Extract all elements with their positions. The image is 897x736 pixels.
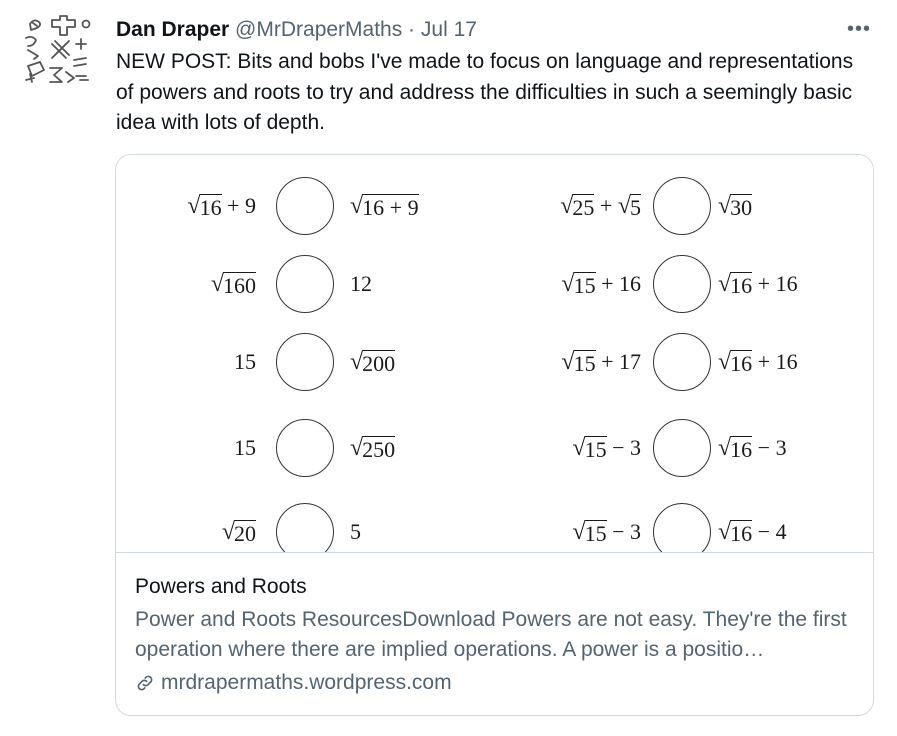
- right-expression: √ 16 + 16: [718, 269, 798, 299]
- radicand: 25: [572, 194, 595, 220]
- square-root-expression: √ 160: [211, 270, 256, 298]
- comparison-circle: [276, 177, 334, 235]
- tweet-text: NEW POST: Bits and bobs I've made to foc…: [116, 50, 854, 134]
- expression-text: − 4: [752, 519, 787, 544]
- expression-text: − 3: [752, 435, 787, 460]
- tweet-header: Dan Draper @MrDraperMaths · Jul 17: [116, 17, 877, 43]
- right-expression: √ 16 + 9: [350, 191, 419, 221]
- author-handle-and-date[interactable]: @MrDraperMaths · Jul 17: [235, 18, 477, 41]
- card-domain-row: mrdrapermaths.wordpress.com: [135, 669, 857, 697]
- left-expression: √ 20: [222, 517, 256, 547]
- author-name[interactable]: Dan Draper: [116, 18, 229, 41]
- radicand: 16: [730, 436, 753, 462]
- right-expression: √ 200: [350, 347, 396, 377]
- comparison-circle: [653, 333, 711, 391]
- square-root-expression: √ 16: [187, 192, 222, 220]
- square-root-expression: √ 15: [561, 348, 596, 376]
- expression-text: + 16: [752, 271, 798, 296]
- expression-text: 15: [234, 435, 256, 460]
- square-root-expression: √ 15: [561, 270, 596, 298]
- radicand: 15: [573, 272, 596, 298]
- link-preview-card[interactable]: √ 16 + 9 √ 16 + 9 √ 160 12 15 √ 200 15 √ 250 √ 20 5 √ 25 …: [115, 154, 874, 716]
- square-root-expression: √ 15: [572, 518, 607, 546]
- expression-text: + 17: [595, 349, 641, 374]
- right-expression: 12: [350, 269, 372, 299]
- square-root-expression: √ 30: [718, 192, 753, 220]
- radicand: 15: [573, 350, 596, 376]
- right-expression: √ 16 + 16: [718, 347, 798, 377]
- radicand: 16: [730, 272, 753, 298]
- right-expression: √ 16 − 4: [718, 517, 787, 547]
- left-expression: √ 15 − 3: [572, 433, 641, 463]
- left-expression: √ 15 + 17: [561, 347, 641, 377]
- right-expression: √ 30: [718, 191, 753, 221]
- math-symbols-logo-icon: [25, 15, 91, 83]
- comparison-circle: [653, 419, 711, 477]
- radicand: 30: [730, 194, 753, 220]
- expression-text: 15: [234, 349, 256, 374]
- expression-text: + 16: [595, 271, 641, 296]
- square-root-expression: √ 16: [718, 434, 753, 462]
- radicand: 15: [584, 520, 607, 546]
- comparison-circle: [276, 419, 334, 477]
- square-root-expression: √ 5: [618, 192, 641, 220]
- square-root-expression: √ 200: [350, 348, 396, 376]
- comparison-circle: [276, 333, 334, 391]
- card-description: Power and Roots ResourcesDownload Powers…: [135, 608, 847, 661]
- card-title: Powers and Roots: [135, 575, 307, 598]
- right-expression: 5: [350, 517, 361, 547]
- expression-text: 5: [350, 519, 361, 544]
- radicand: 250: [362, 436, 396, 462]
- square-root-expression: √ 16: [718, 270, 753, 298]
- radicand: 16: [730, 350, 753, 376]
- expression-text: + 9: [221, 193, 256, 218]
- comparison-circle: [653, 177, 711, 235]
- radicand: 5: [630, 194, 641, 220]
- comparison-circle: [276, 255, 334, 313]
- left-expression: 15: [234, 433, 256, 463]
- expression-text: +: [594, 193, 618, 218]
- square-root-expression: √ 20: [222, 518, 256, 546]
- square-root-expression: √ 16: [718, 518, 753, 546]
- radicand: 20: [234, 520, 256, 546]
- radicand: 15: [584, 436, 607, 462]
- expression-text: − 3: [606, 435, 641, 460]
- square-root-expression: √ 16: [718, 348, 753, 376]
- link-icon: [137, 675, 153, 691]
- expression-text: − 3: [606, 519, 641, 544]
- left-expression: √ 160: [211, 269, 256, 299]
- radicand: 16: [199, 194, 222, 220]
- left-expression: √ 15 − 3: [572, 517, 641, 547]
- radicand: 160: [223, 272, 256, 298]
- square-root-expression: √ 15: [572, 434, 607, 462]
- radicand: 16 + 9: [362, 194, 419, 220]
- expression-text: 12: [350, 271, 372, 296]
- left-expression: √ 15 + 16: [561, 269, 641, 299]
- comparison-circle: [276, 503, 334, 552]
- comparison-circle: [653, 255, 711, 313]
- comparison-circle: [653, 503, 711, 552]
- left-expression: 15: [234, 347, 256, 377]
- card-domain: mrdrapermaths.wordpress.com: [161, 671, 452, 694]
- more-options-icon[interactable]: •••: [847, 18, 871, 41]
- right-expression: √ 250: [350, 433, 396, 463]
- avatar[interactable]: [22, 14, 92, 88]
- card-body: Powers and Roots Power and Roots Resourc…: [135, 573, 857, 697]
- expression-text: + 16: [752, 349, 798, 374]
- square-root-expression: √ 25: [560, 192, 595, 220]
- card-image-worksheet[interactable]: √ 16 + 9 √ 16 + 9 √ 160 12 15 √ 200 15 √ 250 √ 20 5 √ 25 …: [116, 155, 873, 553]
- right-expression: √ 16 − 3: [718, 433, 787, 463]
- square-root-expression: √ 250: [350, 434, 396, 462]
- radicand: 200: [362, 350, 396, 376]
- square-root-expression: √ 16 + 9: [350, 192, 419, 220]
- left-expression: √ 16 + 9: [187, 191, 256, 221]
- left-expression: √ 25 + √ 5: [560, 191, 641, 221]
- radicand: 16: [730, 520, 753, 546]
